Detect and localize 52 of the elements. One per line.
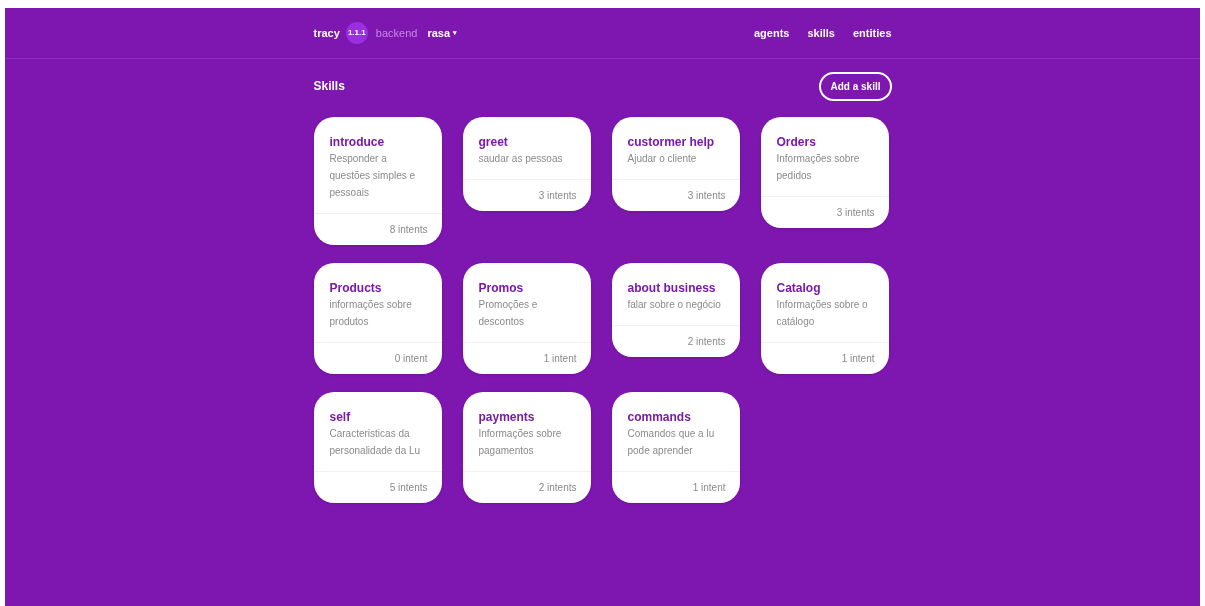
nav-link[interactable]: skills xyxy=(807,24,835,42)
skill-description: Informações sobre o catálogo xyxy=(776,298,869,329)
skill-card[interactable]: self Caracteristicas da personalidade da Lu 5 intents xyxy=(313,392,442,503)
skill-description: falar sobre o negócio xyxy=(627,298,722,312)
skill-card[interactable]: Promos Promoções e descontos 1 intent xyxy=(462,263,591,374)
skill-name: payments xyxy=(478,409,536,425)
skill-name: Orders xyxy=(776,134,817,150)
intent-count: 5 intents xyxy=(389,481,428,495)
nav-link[interactable]: agents xyxy=(754,24,790,42)
skill-description: Responder a questões simples e pessoais xyxy=(329,152,417,200)
skill-name: custormer help xyxy=(627,134,716,150)
intent-count: 2 intents xyxy=(538,481,577,495)
page-title: Skills xyxy=(313,78,345,95)
skill-card[interactable]: greet saudar as pessoas 3 intents xyxy=(462,117,591,211)
skill-name: self xyxy=(329,409,352,425)
add-skill-button[interactable]: Add a skill xyxy=(819,71,892,101)
intent-count: 1 intent xyxy=(543,352,577,366)
skill-description: saudar as pessoas xyxy=(478,152,564,166)
skill-description: Informações sobre pedidos xyxy=(776,152,861,183)
skill-description: informações sobre produtos xyxy=(329,298,413,329)
skill-description: Comandos que a lu pode aprender xyxy=(627,427,716,458)
skill-description: Promoções e descontos xyxy=(478,298,539,329)
skill-name: Promos xyxy=(478,280,525,296)
skill-card[interactable]: introduce Responder a questões simples e pessoais 8 intents xyxy=(313,117,442,245)
intent-count: 1 intent xyxy=(841,352,875,366)
skill-name: commands xyxy=(627,409,692,425)
skill-card[interactable]: about business falar sobre o negócio 2 intents xyxy=(611,263,740,357)
skill-name: about business xyxy=(627,280,717,296)
intent-count: 3 intents xyxy=(687,189,726,203)
skill-card[interactable]: payments Informações sobre pagamentos 2 intents xyxy=(462,392,591,503)
skill-description: Ajudar o cliente xyxy=(627,152,698,166)
brand-name: tracy xyxy=(313,25,340,41)
intent-count: 3 intents xyxy=(836,206,875,220)
skill-description: Caracteristicas da personalidade da Lu xyxy=(329,427,422,458)
skill-card[interactable]: Products informações sobre produtos 0 intent xyxy=(313,263,442,374)
intent-count: 3 intents xyxy=(538,189,577,203)
skill-card[interactable]: commands Comandos que a lu pode aprender 1 intent xyxy=(611,392,740,503)
version-badge: 1.1.1 xyxy=(345,22,368,44)
skill-card[interactable]: Catalog Informações sobre o catálogo 1 intent xyxy=(760,263,889,374)
intent-count: 1 intent xyxy=(692,481,726,495)
intent-count: 0 intent xyxy=(394,352,428,366)
skill-card[interactable]: custormer help Ajudar o cliente 3 intents xyxy=(611,117,740,211)
skill-name: greet xyxy=(478,134,509,150)
skill-description: Informações sobre pagamentos xyxy=(478,427,563,458)
skill-card[interactable]: Orders Informações sobre pedidos 3 intents xyxy=(760,117,889,228)
skill-name: Catalog xyxy=(776,280,822,296)
backend-label: backend xyxy=(375,25,418,41)
skill-name: Products xyxy=(329,280,383,296)
intent-count: 8 intents xyxy=(389,223,428,237)
intent-count: 2 intents xyxy=(687,335,726,349)
skill-name: introduce xyxy=(329,134,386,150)
nav-link[interactable]: entities xyxy=(853,24,892,42)
